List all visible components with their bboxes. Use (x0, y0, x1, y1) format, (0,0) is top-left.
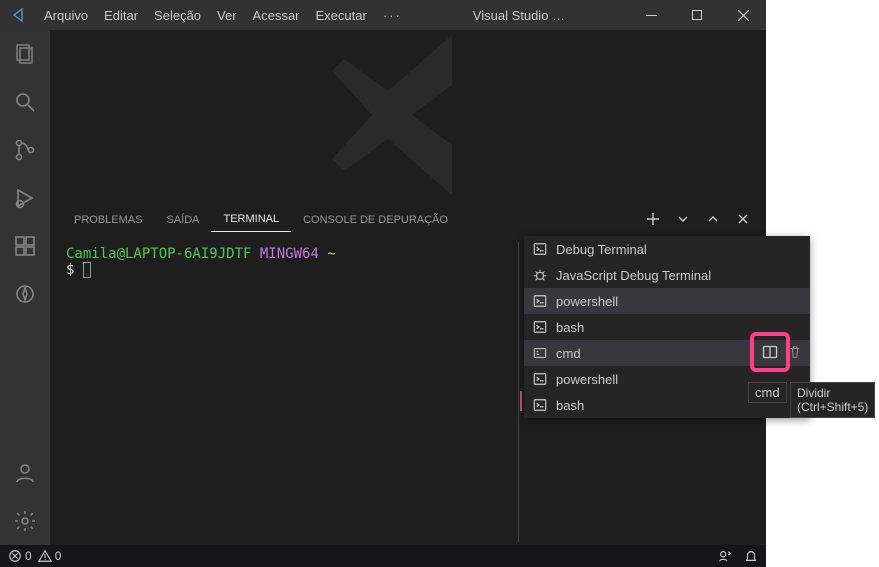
terminal-icon (532, 398, 548, 412)
dropdown-item-powershell[interactable]: powershell (524, 288, 810, 314)
terminal-user-host: Camila@LAPTOP-6AI9JDTF (66, 246, 251, 262)
cmd-icon (532, 346, 548, 360)
dropdown-item-label: powershell (556, 372, 618, 387)
terminal-shell: MINGW64 (260, 246, 319, 262)
close-button[interactable] (720, 0, 766, 30)
menu-arquivo[interactable]: Arquivo (36, 0, 96, 30)
bug-icon (532, 268, 548, 282)
tab-problemas[interactable]: PROBLEMAS (62, 206, 154, 232)
dropdown-active-marker (520, 391, 522, 411)
split-tooltip: Dividir (Ctrl+Shift+5) (790, 382, 875, 418)
settings-gear-icon[interactable] (0, 497, 50, 545)
split-terminal-button[interactable] (758, 340, 782, 364)
terminal-dropdown-button[interactable] (672, 208, 694, 230)
status-feedback-icon[interactable] (718, 549, 732, 563)
menu-acessar[interactable]: Acessar (245, 0, 308, 30)
terminal-tab-cmd[interactable]: cmd (748, 382, 787, 403)
menu-editar[interactable]: Editar (96, 0, 146, 30)
dropdown-item-label: bash (556, 320, 584, 335)
quokka-icon[interactable] (0, 270, 50, 318)
terminal-icon (532, 320, 548, 334)
accounts-icon[interactable] (0, 449, 50, 497)
status-bell-icon[interactable] (744, 549, 758, 563)
terminal-icon (532, 372, 548, 386)
extensions-icon[interactable] (0, 222, 50, 270)
terminal-path: ~ (327, 246, 335, 262)
terminal-icon (532, 242, 548, 256)
status-warnings[interactable]: 0 (38, 549, 62, 563)
minimize-button[interactable] (628, 0, 674, 30)
editor-area (50, 30, 766, 200)
terminal-prompt: $ (66, 262, 74, 278)
dropdown-item-js-debug-terminal[interactable]: JavaScript Debug Terminal (524, 262, 810, 288)
maximize-button[interactable] (674, 0, 720, 30)
dropdown-item-label: JavaScript Debug Terminal (556, 268, 711, 283)
terminal-icon (532, 294, 548, 308)
dropdown-item-debug-terminal[interactable]: Debug Terminal (524, 236, 810, 262)
dropdown-separator (518, 242, 519, 542)
vscode-window: Arquivo Editar Seleção Ver Acessar Execu… (0, 0, 766, 567)
status-errors[interactable]: 0 (8, 549, 32, 563)
dropdown-item-label: Debug Terminal (556, 242, 647, 257)
source-control-icon[interactable] (0, 126, 50, 174)
statusbar: 0 0 (0, 545, 766, 567)
vscode-logo-icon (0, 7, 36, 23)
search-icon[interactable] (0, 78, 50, 126)
tab-terminal[interactable]: TERMINAL (211, 205, 291, 232)
new-terminal-button[interactable] (642, 208, 664, 230)
trash-icon[interactable] (788, 345, 802, 362)
panel: PROBLEMAS SAÍDA TERMINAL CONSOLE DE DEPU… (50, 200, 766, 545)
maximize-panel-button[interactable] (702, 208, 724, 230)
tab-saida[interactable]: SAÍDA (154, 206, 211, 232)
menu-ver[interactable]: Ver (209, 0, 245, 30)
close-panel-button[interactable] (732, 208, 754, 230)
run-debug-icon[interactable] (0, 174, 50, 222)
terminal-cursor (83, 262, 91, 278)
menu-selecao[interactable]: Seleção (146, 0, 209, 30)
explorer-icon[interactable] (0, 30, 50, 78)
activity-bar (0, 30, 50, 545)
vscode-watermark-icon (50, 30, 766, 200)
dropdown-item-label: bash (556, 398, 584, 413)
dropdown-item-label: cmd (556, 346, 581, 361)
split-terminal-highlight (750, 332, 790, 372)
dropdown-item-label: powershell (556, 294, 618, 309)
